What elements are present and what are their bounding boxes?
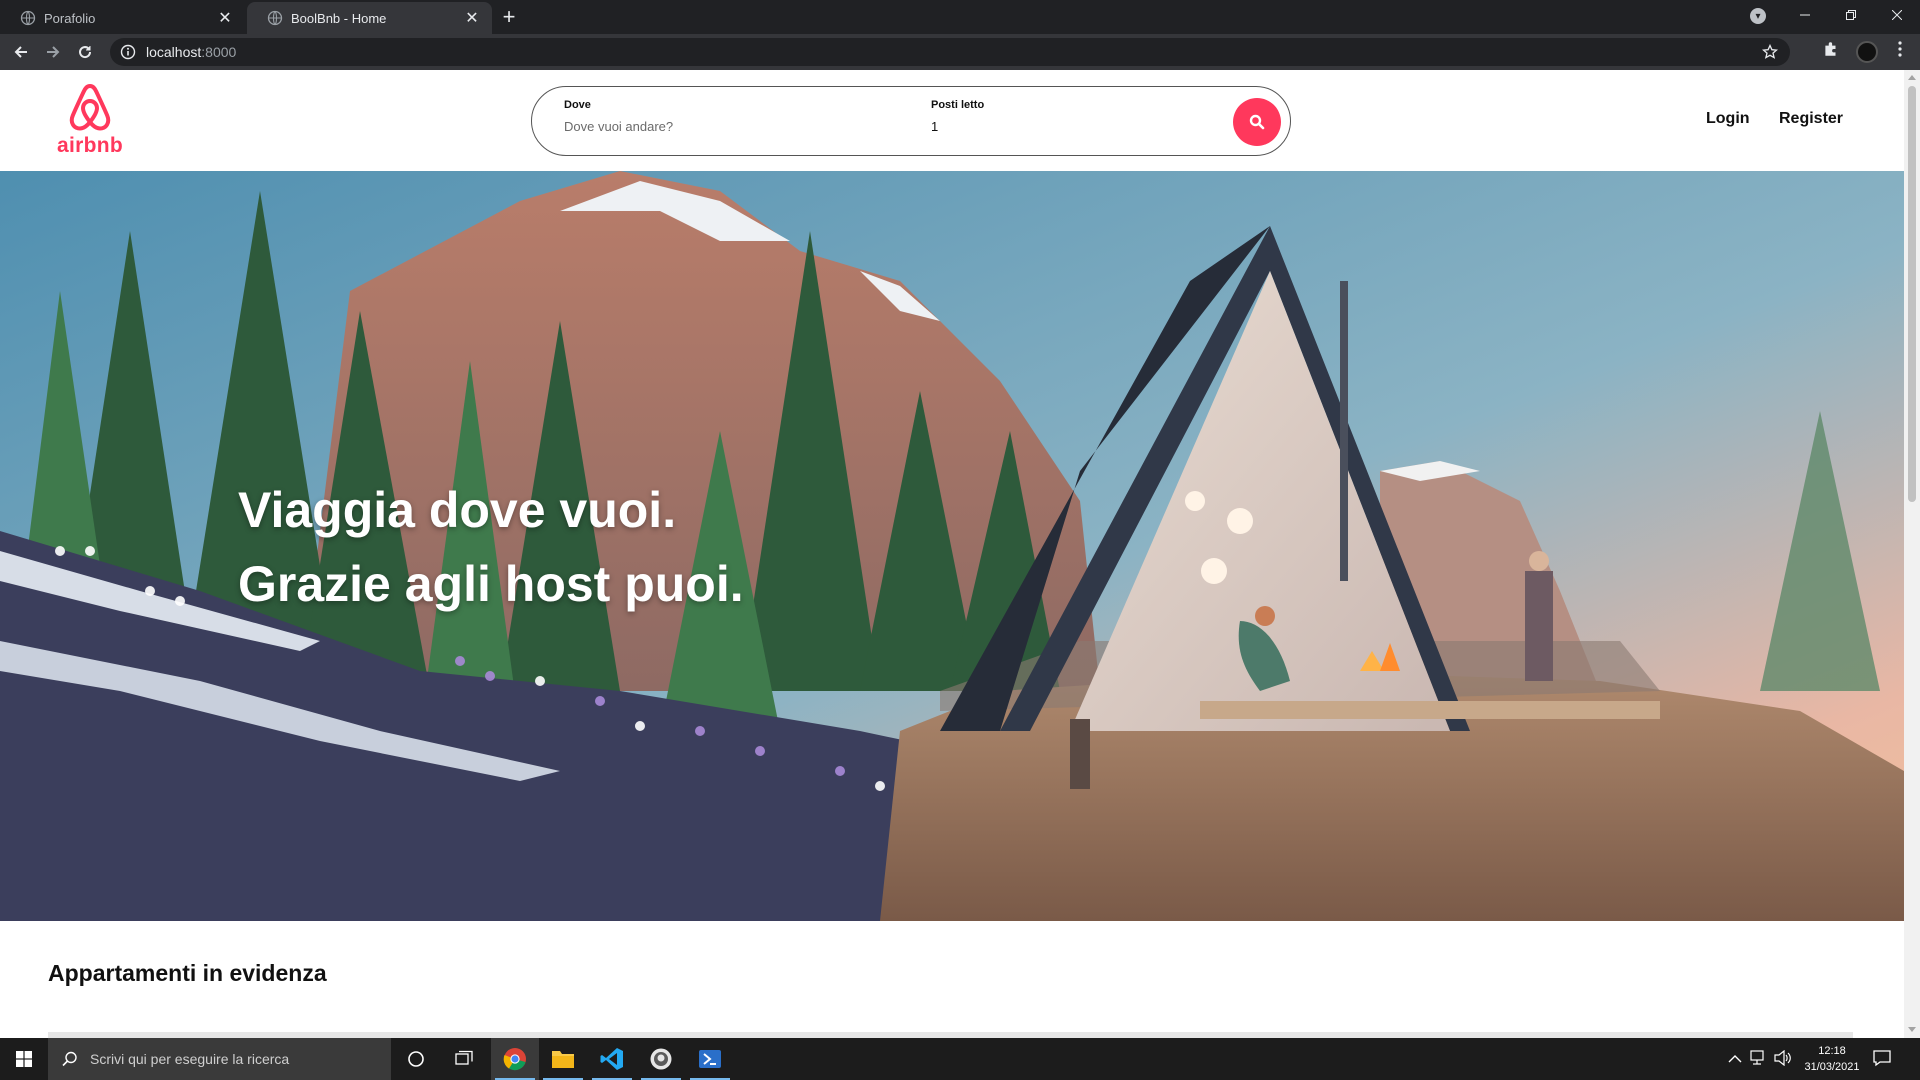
where-field[interactable]: Dove [564,99,864,134]
restore-icon [1846,10,1856,20]
hero-illustration [0,171,1904,921]
minimize-button[interactable] [1782,0,1828,30]
windows-logo-icon [16,1051,32,1067]
forward-button[interactable] [41,40,65,64]
taskbar-file-explorer[interactable] [539,1038,587,1080]
beds-input[interactable] [931,119,1051,134]
site-header: airbnb Dove Posti letto Login Register [0,70,1904,171]
close-window-button[interactable] [1874,0,1920,30]
logo-text: airbnb [57,134,123,157]
airbnb-belo-icon [69,84,111,131]
task-view-icon [455,1050,473,1065]
page-scrollbar[interactable] [1904,70,1920,1038]
arrow-right-icon [47,46,60,58]
volume-icon[interactable] [1774,1050,1792,1066]
where-input[interactable] [564,119,864,134]
notification-center-icon[interactable] [1872,1048,1892,1068]
more-menu-icon[interactable] [1892,40,1908,58]
tab-boolbnb-home[interactable]: BoolBnb - Home ✕ [247,2,492,34]
info-icon[interactable] [120,44,136,60]
bookmark-star-icon[interactable] [1762,44,1778,60]
reload-button[interactable] [73,40,97,64]
tab-title: BoolBnb - Home [291,10,387,26]
close-tab-icon[interactable]: ✕ [464,8,480,28]
close-tab-icon[interactable]: ✕ [217,8,233,28]
back-button[interactable] [9,40,33,64]
page-viewport: airbnb Dove Posti letto Login Register [0,70,1920,1038]
featured-section-title: Appartamenti in evidenza [48,960,327,986]
powershell-icon [699,1050,721,1068]
address-bar[interactable]: localhost:8000 [110,38,1790,66]
arrow-left-icon [14,46,27,58]
search-button[interactable] [1233,98,1281,146]
hero-banner: Viaggia dove vuoi. Grazie agli host puoi… [0,171,1904,921]
chevron-up-icon[interactable] [1728,1054,1742,1064]
tab-title: Porafolio [44,10,96,26]
search-icon [1249,114,1265,130]
minimize-icon [1800,14,1810,16]
taskbar-search-box[interactable]: Scrivi qui per eseguire la ricerca [48,1038,391,1080]
register-link[interactable]: Register [1779,110,1843,128]
taskbar-search-placeholder: Scrivi qui per eseguire la ricerca [90,1051,290,1067]
task-view-button[interactable] [440,1038,488,1080]
taskbar-vscode[interactable] [588,1038,636,1080]
scroll-down-arrow-icon[interactable] [1908,1027,1916,1032]
taskbar-chrome[interactable] [491,1038,539,1080]
tab-porafolio[interactable]: Porafolio ✕ [0,2,245,34]
search-bar: Dove Posti letto [531,86,1291,156]
system-clock[interactable]: 12:18 31/03/2021 [1798,1043,1866,1075]
url-host: localhost [146,44,202,60]
hero-headline-line2: Grazie agli host puoi. [238,556,744,612]
browser-tab-bar: Porafolio ✕ BoolBnb - Home ✕ + ▾ [0,0,1920,34]
cortana-button[interactable] [392,1038,440,1080]
globe-icon [267,10,283,26]
restore-button[interactable] [1828,0,1874,30]
cortana-circle-icon [408,1051,424,1067]
close-icon [1892,10,1902,20]
reload-icon [79,46,92,59]
where-label: Dove [564,99,591,111]
extensions-puzzle-icon[interactable] [1822,40,1840,58]
beds-label: Posti letto [931,99,985,111]
network-icon[interactable] [1750,1050,1768,1066]
folder-icon [552,1051,574,1068]
hero-headline-line1: Viaggia dove vuoi. [238,482,677,538]
search-icon [62,1051,77,1067]
url-port: :8000 [201,44,237,60]
clock-date: 31/03/2021 [1804,1061,1860,1073]
scroll-up-arrow-icon[interactable] [1908,75,1916,80]
profile-avatar[interactable] [1856,41,1878,63]
browser-toolbar: localhost:8000 [0,34,1920,70]
windows-taskbar: Scrivi qui per eseguire la ricerca 12:18… [0,1038,1920,1080]
github-icon [650,1048,672,1070]
chrome-icon [503,1048,526,1071]
beds-field[interactable]: Posti letto [931,99,1051,134]
taskbar-powershell[interactable] [686,1038,734,1080]
globe-icon [20,10,36,26]
vscode-icon [600,1048,623,1070]
start-button[interactable] [0,1038,48,1080]
taskbar-github-desktop[interactable] [637,1038,685,1080]
login-link[interactable]: Login [1706,110,1750,128]
airbnb-logo[interactable]: airbnb [56,82,124,160]
clock-time: 12:18 [1818,1045,1846,1057]
tab-search-button[interactable]: ▾ [1750,8,1766,24]
new-tab-button[interactable]: + [497,6,521,28]
scrollbar-thumb[interactable] [1908,86,1916,502]
